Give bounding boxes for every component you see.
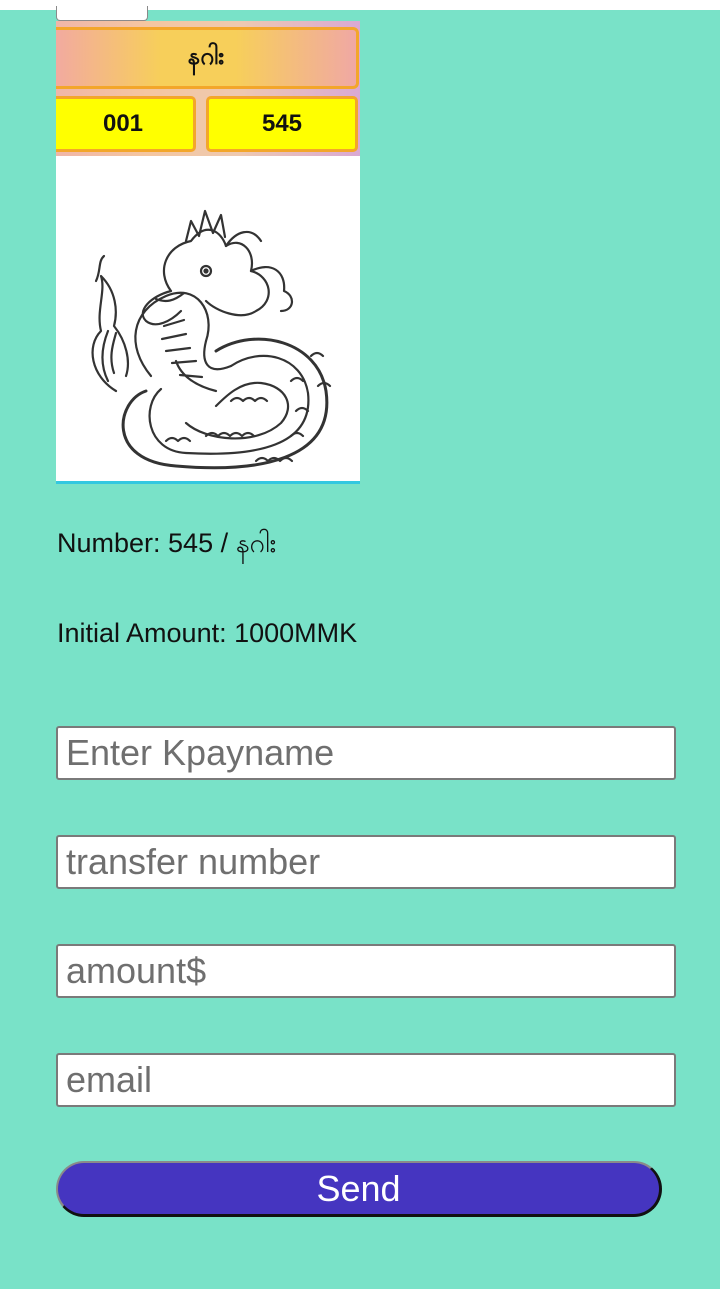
card-right-number: 545 xyxy=(206,96,358,152)
send-button[interactable]: Send xyxy=(56,1161,662,1217)
amount-input[interactable] xyxy=(56,944,676,998)
top-stub-element[interactable] xyxy=(56,6,148,21)
card-header: နဂါး 001 545 xyxy=(56,21,360,156)
card-name-label: နဂါး xyxy=(56,27,359,89)
card-left-number: 001 xyxy=(56,96,196,152)
number-info-text: Number: 545 / နဂါး xyxy=(57,528,277,558)
transfer-number-input[interactable] xyxy=(56,835,676,889)
page-background: နဂါး 001 545 Number: 545 / နဂါး Initial … xyxy=(0,6,720,1289)
email-input[interactable] xyxy=(56,1053,676,1107)
naga-serpent-image xyxy=(91,209,332,470)
initial-amount-text: Initial Amount: 1000MMK xyxy=(57,618,358,648)
lottery-card: နဂါး 001 545 xyxy=(56,21,360,484)
kpayname-input[interactable] xyxy=(56,726,676,780)
